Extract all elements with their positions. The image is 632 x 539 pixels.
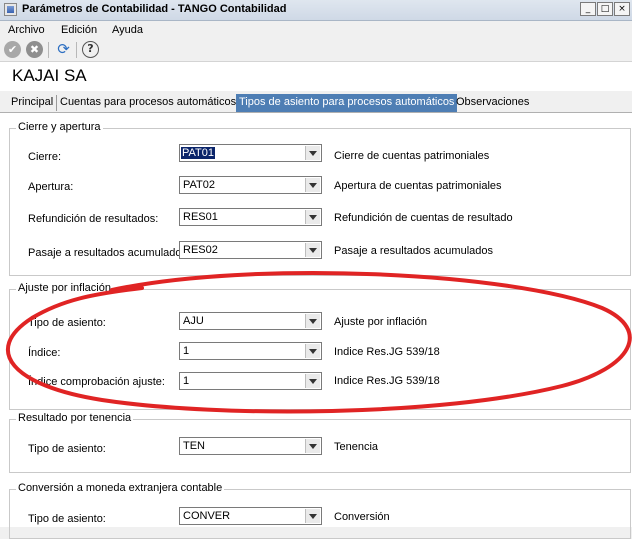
tab-principal[interactable]: Principal bbox=[8, 95, 58, 111]
title-bar: Parámetros de Contabilidad - TANGO Conta… bbox=[0, 0, 632, 21]
chevron-down-icon[interactable] bbox=[305, 314, 320, 328]
tab-strip: Principal Cuentas para procesos automáti… bbox=[0, 93, 632, 113]
description-refundicion: Refundición de cuentas de resultado bbox=[334, 212, 513, 224]
field-label-indice: Índice: bbox=[28, 347, 61, 359]
content-panel: Cierre y apertura Cierre: PAT01 Cierre d… bbox=[0, 113, 632, 539]
tab-tipos-asiento[interactable]: Tipos de asiento para procesos automátic… bbox=[236, 94, 458, 112]
menu-bar: Archivo Edición Ayuda bbox=[0, 21, 632, 39]
check-circle-icon[interactable]: ✔ bbox=[4, 41, 21, 58]
group-title: Cierre y apertura bbox=[16, 121, 103, 133]
field-label-tipo-asiento-ajuste: Tipo de asiento: bbox=[28, 317, 106, 329]
combo-value: AJU bbox=[183, 315, 204, 327]
cancel-circle-icon[interactable]: ✖ bbox=[26, 41, 43, 58]
menu-edicion[interactable]: Edición bbox=[61, 24, 97, 36]
description-cierre: Cierre de cuentas patrimoniales bbox=[334, 150, 490, 162]
combo-value: TEN bbox=[183, 440, 205, 452]
combo-indice-comprobacion[interactable]: 1 bbox=[179, 372, 322, 390]
combo-value: CONVER bbox=[183, 510, 231, 522]
chevron-down-icon[interactable] bbox=[305, 243, 320, 257]
description-indice-comprobacion: Indice Res.JG 539/18 bbox=[334, 375, 440, 387]
description-tipo-asiento-conversion: Conversión bbox=[334, 511, 390, 523]
chevron-down-icon[interactable] bbox=[305, 178, 320, 192]
combo-value: 1 bbox=[183, 375, 190, 387]
field-label-cierre: Cierre: bbox=[28, 151, 62, 163]
combo-pasaje[interactable]: RES02 bbox=[179, 241, 322, 259]
minimize-button[interactable]: _ bbox=[580, 2, 596, 16]
group-title: Conversión a moneda extranjera contable bbox=[16, 482, 225, 494]
refresh-icon[interactable]: ⟳ bbox=[55, 41, 72, 58]
combo-refundicion[interactable]: RES01 bbox=[179, 208, 322, 226]
toolbar: ✔ ✖ ⟳ ? bbox=[0, 39, 632, 61]
chevron-down-icon[interactable] bbox=[305, 374, 320, 388]
tab-cuentas-procesos[interactable]: Cuentas para procesos automáticos bbox=[57, 95, 241, 111]
app-icon bbox=[4, 3, 17, 16]
help-icon[interactable]: ? bbox=[82, 41, 99, 58]
combo-tipo-asiento-ajuste[interactable]: AJU bbox=[179, 312, 322, 330]
field-label-refundicion: Refundición de resultados: bbox=[28, 213, 159, 225]
chevron-down-icon[interactable] bbox=[305, 210, 320, 224]
maximize-button[interactable]: □ bbox=[597, 2, 613, 16]
company-name: KAJAI SA bbox=[12, 66, 87, 85]
field-label-tipo-asiento-tenencia: Tipo de asiento: bbox=[28, 443, 106, 455]
tab-observaciones[interactable]: Observaciones bbox=[453, 95, 532, 111]
combo-value: RES01 bbox=[183, 211, 218, 223]
description-tipo-asiento-tenencia: Tenencia bbox=[334, 441, 379, 453]
toolbar-separator bbox=[48, 42, 49, 58]
combo-value: PAT02 bbox=[183, 179, 215, 191]
combo-tipo-asiento-conversion[interactable]: CONVER bbox=[179, 507, 322, 525]
description-apertura: Apertura de cuentas patrimoniales bbox=[334, 180, 502, 192]
menu-ayuda[interactable]: Ayuda bbox=[112, 24, 143, 36]
group-title: Resultado por tenencia bbox=[16, 412, 134, 424]
chevron-down-icon[interactable] bbox=[305, 509, 320, 523]
combo-value: PAT01 bbox=[181, 147, 215, 159]
group-title: Ajuste por inflación bbox=[16, 282, 113, 294]
combo-apertura[interactable]: PAT02 bbox=[179, 176, 322, 194]
chevron-down-icon[interactable] bbox=[305, 146, 320, 160]
field-label-pasaje: Pasaje a resultados acumulados: bbox=[28, 247, 191, 259]
combo-indice[interactable]: 1 bbox=[179, 342, 322, 360]
toolbar-separator bbox=[76, 42, 77, 58]
combo-tipo-asiento-tenencia[interactable]: TEN bbox=[179, 437, 322, 455]
description-indice: Indice Res.JG 539/18 bbox=[334, 346, 440, 358]
combo-value: RES02 bbox=[183, 244, 218, 256]
company-header: KAJAI SA bbox=[0, 61, 632, 91]
window-title: Parámetros de Contabilidad - TANGO Conta… bbox=[22, 3, 287, 15]
menu-archivo[interactable]: Archivo bbox=[8, 24, 45, 36]
description-tipo-asiento-ajuste: Ajuste por inflación bbox=[334, 316, 427, 328]
chevron-down-icon[interactable] bbox=[305, 344, 320, 358]
combo-value: 1 bbox=[183, 345, 190, 357]
chevron-down-icon[interactable] bbox=[305, 439, 320, 453]
description-pasaje: Pasaje a resultados acumulados bbox=[334, 245, 493, 257]
field-label-tipo-asiento-conversion: Tipo de asiento: bbox=[28, 513, 106, 525]
field-label-indice-comprobacion: Índice comprobación ajuste: bbox=[28, 376, 165, 388]
combo-cierre[interactable]: PAT01 bbox=[179, 144, 322, 162]
field-label-apertura: Apertura: bbox=[28, 181, 74, 193]
close-button[interactable]: × bbox=[614, 2, 630, 16]
